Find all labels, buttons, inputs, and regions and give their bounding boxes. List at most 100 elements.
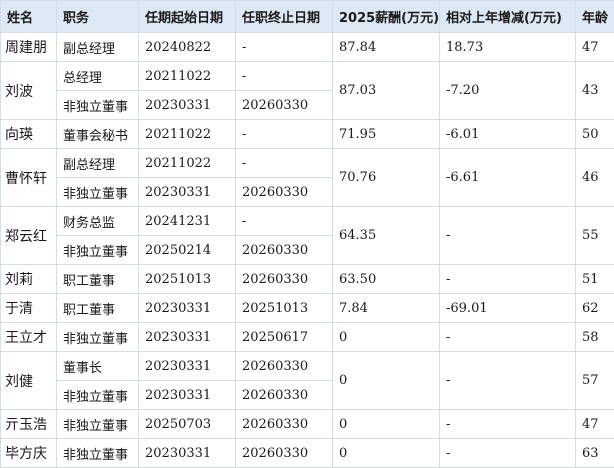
- table-row: 亓玉浩非独立董事20250703202603300-47: [1, 410, 614, 439]
- term-start: 20230331: [139, 352, 236, 381]
- salary-value: 0: [333, 352, 440, 410]
- person-name: 郑云红: [1, 207, 57, 265]
- term-end: 20260330: [236, 352, 333, 381]
- term-start: 20240822: [139, 33, 236, 62]
- table-row: 毕方庆非独立董事20230331202603300-63: [1, 439, 614, 468]
- term-end: -: [236, 33, 333, 62]
- change-value: -: [440, 265, 576, 294]
- age-value: 57: [576, 352, 614, 410]
- change-value: -: [440, 352, 576, 410]
- term-end: -: [236, 120, 333, 149]
- role-title: 非独立董事: [57, 381, 139, 410]
- table-row: 周建朋副总经理20240822-87.8418.7347: [1, 33, 614, 62]
- change-value: -: [440, 323, 576, 352]
- change-value: -7.20: [440, 62, 576, 120]
- salary-value: 71.95: [333, 120, 440, 149]
- role-title: 职工董事: [57, 265, 139, 294]
- change-value: -: [440, 207, 576, 265]
- term-end: -: [236, 62, 333, 91]
- age-value: 47: [576, 33, 614, 62]
- role-title: 董事会秘书: [57, 120, 139, 149]
- term-start: 20230331: [139, 91, 236, 120]
- term-start: 20230331: [139, 323, 236, 352]
- role-title: 非独立董事: [57, 439, 139, 468]
- salary-value: 70.76: [333, 149, 440, 207]
- salary-value: 0: [333, 323, 440, 352]
- age-value: 47: [576, 410, 614, 439]
- term-start: 20230331: [139, 439, 236, 468]
- table-row: 王立才非独立董事20230331202506170-58: [1, 323, 614, 352]
- term-start: 20230331: [139, 381, 236, 410]
- role-title: 非独立董事: [57, 410, 139, 439]
- term-end: 20260330: [236, 381, 333, 410]
- header-change: 相对上年增减(万元): [440, 1, 576, 33]
- age-value: 50: [576, 120, 614, 149]
- table-row: 刘波总经理20211022-87.03-7.2043: [1, 62, 614, 91]
- salary-value: 0: [333, 410, 440, 439]
- role-title: 非独立董事: [57, 178, 139, 207]
- person-name: 周建朋: [1, 33, 57, 62]
- term-end: 20260330: [236, 410, 333, 439]
- executive-compensation-table: 姓名 职务 任期起始日期 任职终止日期 2025薪酬(万元) 相对上年增减(万元…: [0, 0, 614, 468]
- header-term-start: 任期起始日期: [139, 1, 236, 33]
- person-name: 向瑛: [1, 120, 57, 149]
- header-salary: 2025薪酬(万元): [333, 1, 440, 33]
- change-value: 18.73: [440, 33, 576, 62]
- change-value: -: [440, 410, 576, 439]
- age-value: 63: [576, 439, 614, 468]
- salary-value: 87.03: [333, 62, 440, 120]
- age-value: 58: [576, 323, 614, 352]
- table-body: 周建朋副总经理20240822-87.8418.7347刘波总经理2021102…: [1, 33, 614, 468]
- table-row: 郑云红财务总监20241231-64.35-55: [1, 207, 614, 236]
- change-value: -: [440, 439, 576, 468]
- salary-value: 64.35: [333, 207, 440, 265]
- age-value: 46: [576, 149, 614, 207]
- term-end: 20260330: [236, 178, 333, 207]
- role-title: 职工董事: [57, 294, 139, 323]
- table-row: 向瑛董事会秘书20211022-71.95-6.0150: [1, 120, 614, 149]
- role-title: 副总经理: [57, 33, 139, 62]
- person-name: 刘波: [1, 62, 57, 120]
- table-row: 于清职工董事20230331202510137.84-69.0162: [1, 294, 614, 323]
- term-start: 20211022: [139, 149, 236, 178]
- term-start: 20230331: [139, 178, 236, 207]
- term-end: -: [236, 149, 333, 178]
- table-row: 曹怀轩副总经理20211022-70.76-6.6146: [1, 149, 614, 178]
- person-name: 王立才: [1, 323, 57, 352]
- change-value: -6.01: [440, 120, 576, 149]
- person-name: 曹怀轩: [1, 149, 57, 207]
- term-start: 20251013: [139, 265, 236, 294]
- header-name: 姓名: [1, 1, 57, 33]
- age-value: 62: [576, 294, 614, 323]
- person-name: 刘莉: [1, 265, 57, 294]
- person-name: 于清: [1, 294, 57, 323]
- header-position: 职务: [57, 1, 139, 33]
- header-age: 年龄: [576, 1, 614, 33]
- change-value: -6.61: [440, 149, 576, 207]
- table-row: 刘莉职工董事202510132026033063.50-51: [1, 265, 614, 294]
- term-end: 20260330: [236, 91, 333, 120]
- role-title: 副总经理: [57, 149, 139, 178]
- term-start: 20250214: [139, 236, 236, 265]
- term-start: 20230331: [139, 294, 236, 323]
- age-value: 43: [576, 62, 614, 120]
- person-name: 亓玉浩: [1, 410, 57, 439]
- term-end: 20260330: [236, 265, 333, 294]
- header-term-end: 任职终止日期: [236, 1, 333, 33]
- role-title: 总经理: [57, 62, 139, 91]
- salary-value: 63.50: [333, 265, 440, 294]
- person-name: 刘健: [1, 352, 57, 410]
- role-title: 非独立董事: [57, 91, 139, 120]
- term-start: 20250703: [139, 410, 236, 439]
- term-end: 20250617: [236, 323, 333, 352]
- role-title: 董事长: [57, 352, 139, 381]
- age-value: 51: [576, 265, 614, 294]
- age-value: 55: [576, 207, 614, 265]
- term-end: 20251013: [236, 294, 333, 323]
- role-title: 财务总监: [57, 207, 139, 236]
- salary-value: 0: [333, 439, 440, 468]
- role-title: 非独立董事: [57, 236, 139, 265]
- term-end: 20260330: [236, 236, 333, 265]
- table-row: 刘健董事长20230331202603300-57: [1, 352, 614, 381]
- person-name: 毕方庆: [1, 439, 57, 468]
